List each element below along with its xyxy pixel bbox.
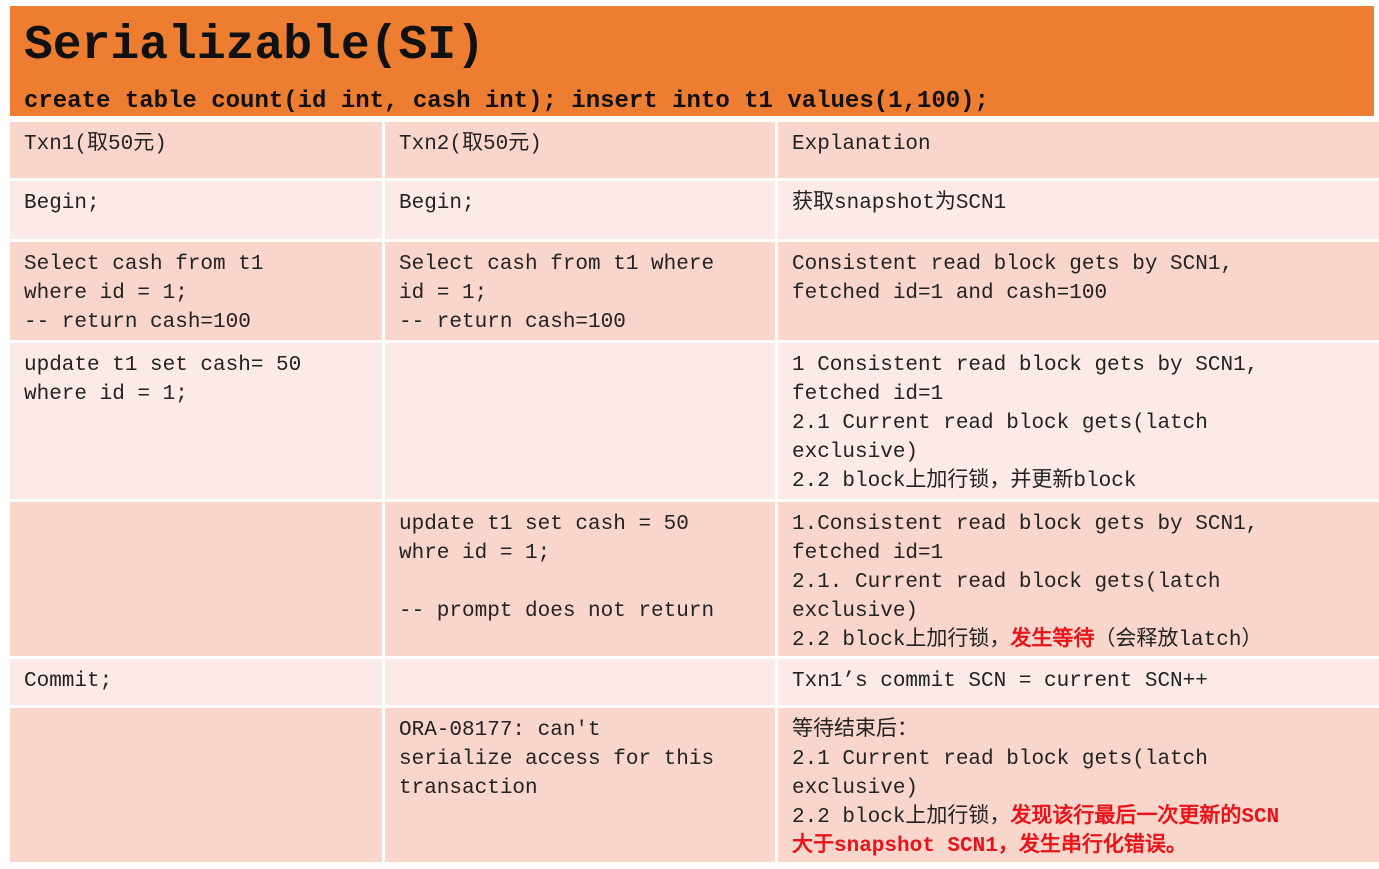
txn2-cell: ORA-08177: can't serialize access for th… [385, 708, 775, 862]
txn2-cell [385, 659, 775, 705]
txn1-cell [10, 708, 382, 862]
table-row: Begin; Begin; 获取snapshot为SCN1 [10, 181, 1379, 239]
txn1-cell: Begin; [10, 181, 382, 239]
column-header-txn1: Txn1(取50元) [10, 122, 382, 178]
table-row: update t1 set cash = 50 whre id = 1; -- … [10, 502, 1379, 656]
explanation-tail: （会释放latch） [1094, 629, 1263, 652]
txn1-cell: Select cash from t1 where id = 1; -- ret… [10, 242, 382, 340]
txn2-cell: Begin; [385, 181, 775, 239]
column-header-txn2: Txn2(取50元) [385, 122, 775, 178]
table-row: ORA-08177: can't serialize access for th… [10, 708, 1379, 862]
table-row: Commit; Txn1’s commit SCN = current SCN+… [10, 659, 1379, 705]
explanation-cell: 等待结束后： 2.1 Current read block gets(latch… [778, 708, 1379, 862]
slide-title: Serializable(SI) [24, 19, 485, 73]
table-row: Select cash from t1 where id = 1; -- ret… [10, 242, 1379, 340]
slide-header: Serializable(SI) create table count(id i… [10, 6, 1374, 116]
explanation-cell: Consistent read block gets by SCN1, fetc… [778, 242, 1379, 340]
txn1-cell: Commit; [10, 659, 382, 705]
slide-subtitle: create table count(id int, cash int); in… [24, 88, 989, 115]
column-header-explanation: Explanation [778, 122, 1379, 178]
transaction-table: Txn1(取50元) Txn2(取50元) Explanation Begin;… [7, 119, 1379, 865]
txn2-cell: Select cash from t1 where id = 1; -- ret… [385, 242, 775, 340]
explanation-cell: Txn1’s commit SCN = current SCN++ [778, 659, 1379, 705]
explanation-cell: 1 Consistent read block gets by SCN1, fe… [778, 343, 1379, 499]
explanation-cell: 1.Consistent read block gets by SCN1, fe… [778, 502, 1379, 656]
txn2-cell [385, 343, 775, 499]
table-header-row: Txn1(取50元) Txn2(取50元) Explanation [10, 122, 1379, 178]
explanation-highlight: 发生等待 [1010, 629, 1095, 652]
slide: Serializable(SI) create table count(id i… [10, 6, 1379, 865]
txn2-cell: update t1 set cash = 50 whre id = 1; -- … [385, 502, 775, 656]
txn1-cell [10, 502, 382, 656]
table-row: update t1 set cash= 50 where id = 1; 1 C… [10, 343, 1379, 499]
explanation-cell: 获取snapshot为SCN1 [778, 181, 1379, 239]
txn1-cell: update t1 set cash= 50 where id = 1; [10, 343, 382, 499]
